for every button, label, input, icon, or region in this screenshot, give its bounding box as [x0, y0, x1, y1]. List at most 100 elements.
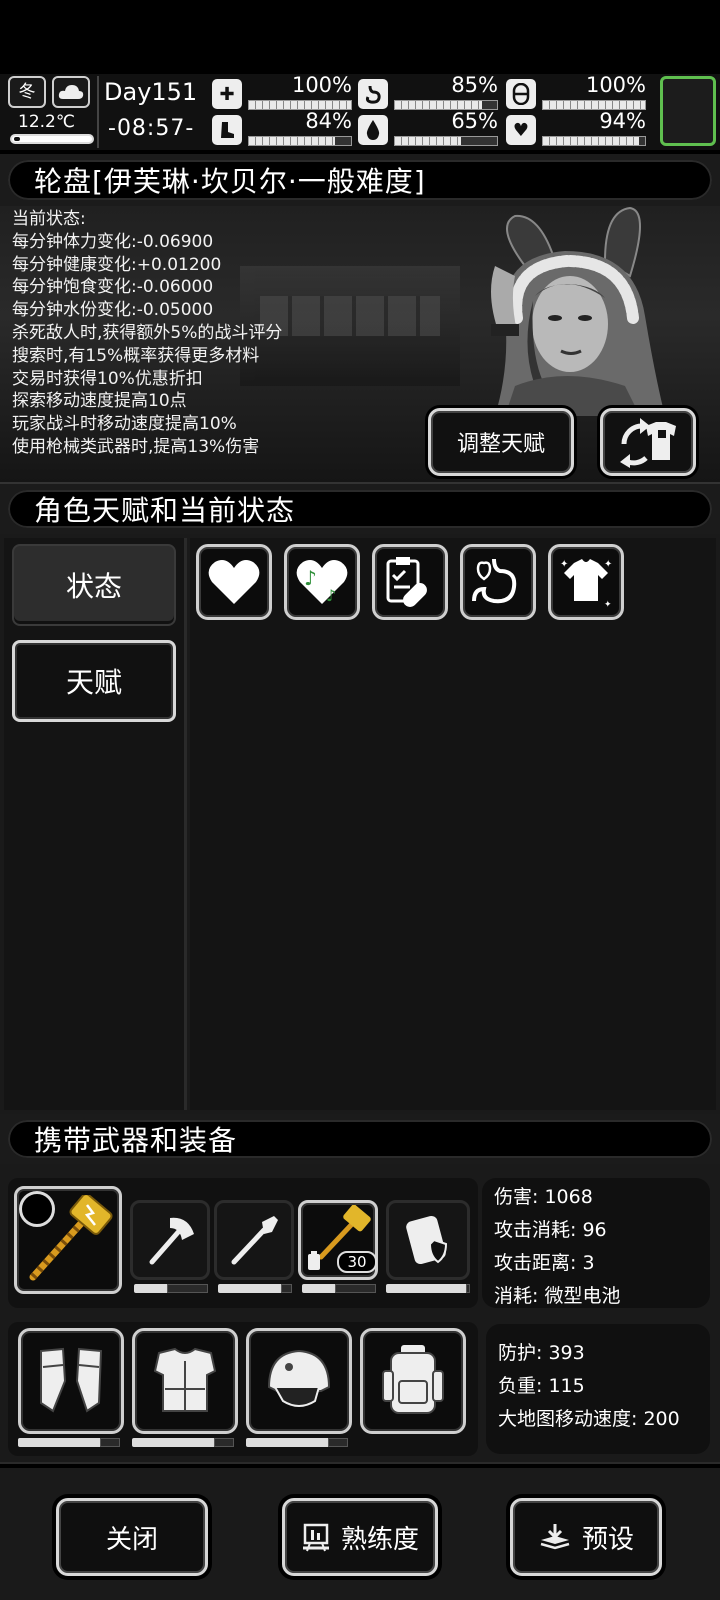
- swap-outfit-button[interactable]: [600, 408, 696, 476]
- stat-hunger-value: 85%: [451, 73, 498, 97]
- close-button[interactable]: 关闭: [56, 1498, 208, 1576]
- stat-energy-value: 100%: [585, 73, 646, 97]
- weapon-durability-3: [302, 1284, 376, 1293]
- character-title: 轮盘[伊芙琳·坎贝尔·一般难度]: [34, 165, 426, 198]
- status-line: 玩家战斗时移动速度提高10%: [12, 414, 237, 435]
- svg-text:♪: ♪: [326, 586, 336, 605]
- tab-talent[interactable]: 天赋: [12, 640, 176, 722]
- weapon-slot-main[interactable]: [14, 1186, 122, 1294]
- water-drop-icon: [358, 115, 388, 145]
- axe-icon: [149, 1217, 194, 1265]
- svg-text:✦: ✦: [604, 559, 612, 570]
- armor-slot-gauntlets[interactable]: [18, 1328, 124, 1434]
- clock-time: -08:57-: [108, 116, 195, 141]
- status-heading: 当前状态:: [12, 209, 86, 229]
- status-text-list: 当前状态: 每分钟体力变化:-0.06900 每分钟健康变化:+0.01200 …: [12, 208, 282, 459]
- preset-button-label: 预设: [581, 1524, 634, 1555]
- weapon-slot-shovel[interactable]: [214, 1200, 294, 1280]
- stat-stamina-value: 84%: [305, 109, 352, 133]
- armor-protection: 防护: 393: [498, 1342, 585, 1364]
- stat-stamina: 84%: [212, 109, 352, 146]
- status-slot-music-heart[interactable]: ♪ ♪: [284, 544, 360, 620]
- helmet-icon: [267, 1349, 331, 1407]
- talents-sidebar: 状态 天赋: [4, 538, 187, 1110]
- character-panel: 当前状态: 每分钟体力变化:-0.06900 每分钟健康变化:+0.01200 …: [0, 206, 720, 484]
- status-line: 每分钟饱食变化:-0.06000: [12, 277, 214, 298]
- weapon-row: 30: [8, 1178, 478, 1308]
- stomach-icon: [358, 79, 388, 109]
- status-slot-stomach[interactable]: [460, 544, 536, 620]
- stat-health: ✚ 100%: [212, 73, 352, 110]
- medicine-icon: [386, 557, 427, 607]
- weapon-stats-box: 伤害: 1068 攻击消耗: 96 攻击距离: 3 消耗: 微型电池: [482, 1178, 710, 1308]
- status-line: 每分钟体力变化:-0.06900: [12, 231, 214, 252]
- weapon-badge-icon: [19, 1191, 55, 1227]
- equipment-area: 30 伤害: 1068 攻击消耗: 96 攻击距离: 3 消耗: 微型电池 防护…: [0, 1164, 720, 1464]
- stat-mood: ♥ 94%: [506, 109, 646, 146]
- stat-stamina-bar: [248, 136, 352, 146]
- weapon-durability-4: [386, 1284, 470, 1293]
- tab-status[interactable]: 状态: [12, 544, 176, 626]
- equipment-header-pill: 携带武器和装备: [8, 1120, 712, 1158]
- proficiency-icon: [302, 1523, 329, 1552]
- status-slot-shirt[interactable]: ✦ ✦ ✦: [548, 544, 624, 620]
- status-line: 每分钟水份变化:-0.05000: [12, 300, 214, 321]
- temperature-gauge: 12.2℃: [8, 112, 94, 146]
- armor-slot-backpack[interactable]: [360, 1328, 466, 1434]
- hud-divider: [97, 76, 99, 148]
- character-portrait: [491, 206, 665, 416]
- heart-icon: ♥: [506, 115, 536, 145]
- stat-mood-value: 94%: [599, 109, 646, 133]
- status-effects-grid: ♪ ♪ ✦ ✦ ✦: [190, 538, 716, 1110]
- svg-text:✦: ✦: [560, 559, 568, 570]
- status-slot-medicine[interactable]: [372, 544, 448, 620]
- status-slot-heart[interactable]: [196, 544, 272, 620]
- weapon-slot-axe[interactable]: [130, 1200, 210, 1280]
- quick-slot-frame[interactable]: [660, 76, 716, 146]
- adjust-talent-button[interactable]: 调整天赋: [428, 408, 574, 476]
- weapon-slot-hammer-2[interactable]: 30: [298, 1200, 378, 1280]
- armor-slot-body[interactable]: [132, 1328, 238, 1434]
- status-line: 使用枪械类武器时,提高13%伤害: [12, 436, 260, 457]
- season-indicator: 冬: [8, 76, 46, 108]
- stat-water-bar: [394, 136, 498, 146]
- svg-text:♪: ♪: [304, 566, 317, 590]
- status-line: 每分钟健康变化:+0.01200: [12, 254, 222, 275]
- medkit-icon: ✚: [212, 79, 242, 109]
- temperature-bar: [10, 134, 94, 144]
- talents-title: 角色天赋和当前状态: [34, 494, 296, 527]
- weather-icon: [52, 76, 90, 108]
- backpack-icon: [382, 1345, 444, 1414]
- stat-mood-bar: [542, 136, 646, 146]
- close-button-label: 关闭: [105, 1524, 158, 1555]
- talents-area: 状态 天赋 ♪ ♪ ✦ ✦ ✦: [0, 534, 720, 1114]
- armor-row: [8, 1322, 478, 1456]
- stat-energy: 100%: [506, 73, 646, 110]
- shield-box-icon: [406, 1215, 448, 1265]
- svg-text:✦: ✦: [604, 600, 612, 609]
- status-line: 交易时获得10%优惠折扣: [12, 368, 203, 389]
- weapon-attack-cost: 攻击消耗: 96: [494, 1219, 607, 1241]
- weapon-durability-2: [218, 1284, 292, 1293]
- status-line: 搜索时,有15%概率获得更多材料: [12, 345, 260, 366]
- gauntlets-icon: [40, 1347, 103, 1413]
- adjust-talent-label: 调整天赋: [456, 432, 545, 457]
- status-line: 探索移动速度提高10点: [12, 391, 187, 412]
- proficiency-button-label: 熟练度: [340, 1524, 419, 1555]
- weapon-slot-shield[interactable]: [386, 1200, 470, 1280]
- armor-slot-helmet[interactable]: [246, 1328, 352, 1434]
- stat-water: 65%: [358, 109, 498, 146]
- preset-button[interactable]: 预设: [510, 1498, 662, 1576]
- ammo-count: 30: [337, 1251, 377, 1273]
- weapon-durability-1: [134, 1284, 208, 1293]
- boot-icon: [212, 115, 242, 145]
- proficiency-button[interactable]: 熟练度: [282, 1498, 438, 1576]
- stomach-icon: [472, 558, 517, 604]
- battery-icon: [308, 1251, 320, 1270]
- talents-header: 角色天赋和当前状态: [0, 484, 720, 534]
- weapon-consumption: 消耗: 微型电池: [494, 1285, 621, 1307]
- status-line: 杀死敌人时,获得额外5%的战斗评分: [12, 322, 283, 343]
- stat-health-value: 100%: [291, 73, 352, 97]
- armor-durability-2: [132, 1438, 234, 1447]
- armor-durability-1: [18, 1438, 120, 1447]
